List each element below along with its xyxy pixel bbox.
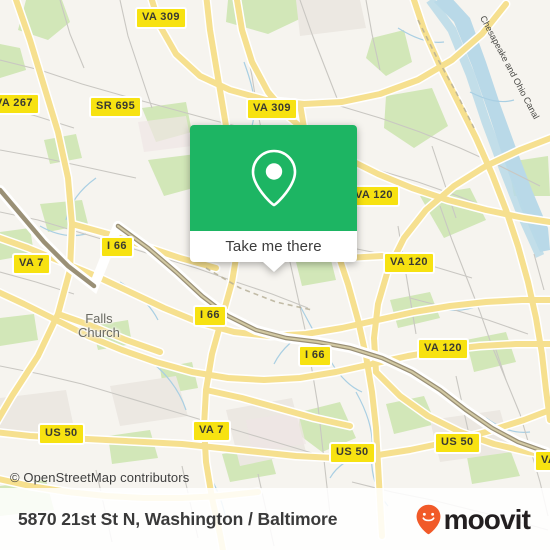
shield-va-267: VA 267 [0,93,40,115]
shield-va-right-edge: VA [534,450,550,472]
map-pin-icon [251,149,296,207]
shield-va-7-bottom: VA 7 [192,420,231,442]
callout-image-area [190,125,357,231]
callout-action-area[interactable]: Take me there [190,231,357,272]
map-screenshot: VA 309 VA 267 SR 695 VA 309 VA 120 I 66 VA 7 VA… [0,0,550,550]
moovit-smile-pin-icon [416,504,441,534]
moovit-logo[interactable]: moovit [416,504,538,535]
callout-pointer [262,262,285,272]
shield-va-309-mid: VA 309 [246,98,298,120]
shield-i-66-mid: I 66 [193,305,227,327]
destination-callout[interactable]: Take me there [190,125,357,272]
footer-bar: 5870 21st St N, Washington / Baltimore m… [0,488,550,550]
shield-i-66-lower: I 66 [298,345,332,367]
shield-va-120-right: VA 120 [383,252,435,274]
map-vector-layer [0,0,550,550]
place-label-falls-church: Falls Church [78,311,120,340]
shield-i-66-upper: I 66 [100,236,134,258]
address-label: 5870 21st St N, Washington / Baltimore [18,508,338,529]
shield-sr-695: SR 695 [89,96,143,118]
moovit-wordmark: moovit [443,504,531,535]
osm-attribution[interactable]: © OpenStreetMap contributors [10,470,189,485]
shield-us-50-mid: US 50 [329,442,376,464]
shield-va-7-left: VA 7 [12,253,51,275]
shield-va-120-lower: VA 120 [417,338,469,360]
shield-us-50-left: US 50 [38,423,85,445]
map-canvas[interactable]: VA 309 VA 267 SR 695 VA 309 VA 120 I 66 VA 7 VA… [0,0,550,550]
shield-va-309-north: VA 309 [135,7,187,29]
shield-us-50-right: US 50 [434,432,481,454]
take-me-there-label: Take me there [225,238,322,255]
